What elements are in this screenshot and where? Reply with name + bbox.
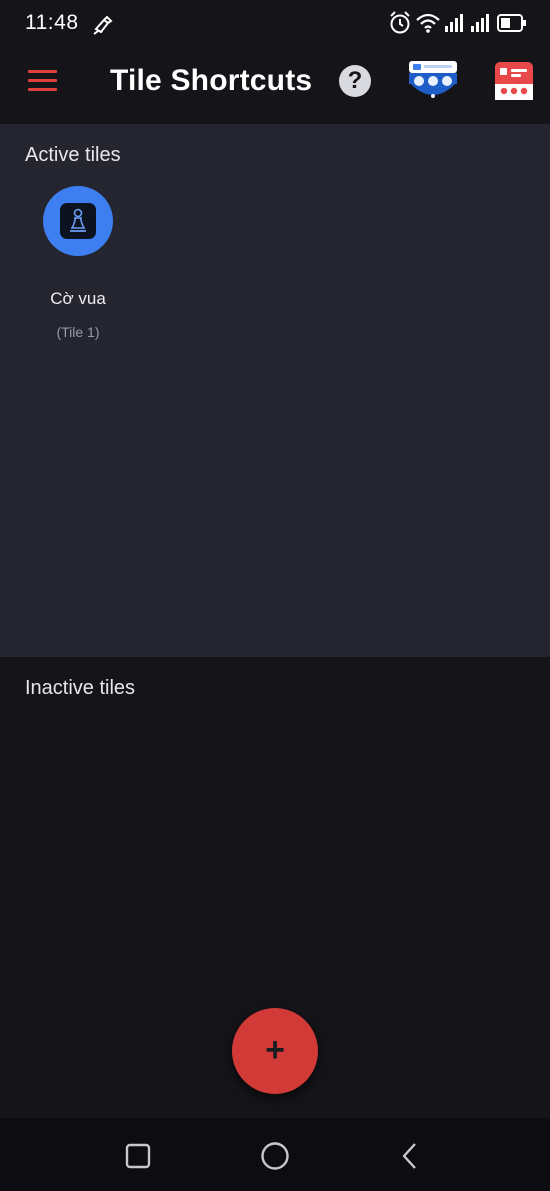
app-title: Tile Shortcuts <box>110 64 313 97</box>
battery-icon <box>497 14 526 32</box>
tile-subtitle: (Tile 1) <box>56 324 100 340</box>
home-icon[interactable] <box>257 1138 293 1174</box>
alarm-icon <box>390 11 410 34</box>
tile-name: Cờ vua <box>50 289 106 308</box>
add-tile-button[interactable]: + <box>232 1008 318 1094</box>
hamburger-menu-icon[interactable] <box>26 70 60 98</box>
app-bar: Tile Shortcuts ? <box>0 46 550 124</box>
tile-item[interactable]: Cờ vua (Tile 1) <box>28 186 128 346</box>
chess-pawn-icon <box>60 203 96 239</box>
help-icon[interactable]: ? <box>339 65 371 97</box>
active-tiles-section: Active tiles Cờ vua (Tile 1) <box>0 124 550 657</box>
brush-icon <box>93 15 113 35</box>
signal-icon <box>445 14 463 32</box>
add-icon: + <box>265 1031 285 1069</box>
recents-icon[interactable] <box>120 1138 156 1174</box>
status-bar: 11:48 <box>0 0 550 46</box>
quick-settings-icon[interactable] <box>406 60 460 102</box>
status-time: 11:48 <box>25 11 79 34</box>
active-tiles-title: Active tiles <box>25 144 121 166</box>
wifi-icon <box>416 13 440 33</box>
signal-icon <box>471 14 489 32</box>
tile-list-icon[interactable] <box>495 62 533 100</box>
inactive-tiles-title: Inactive tiles <box>25 677 136 699</box>
back-icon[interactable] <box>393 1138 429 1174</box>
navigation-bar <box>0 1118 550 1191</box>
tile-icon-circle <box>43 186 113 256</box>
